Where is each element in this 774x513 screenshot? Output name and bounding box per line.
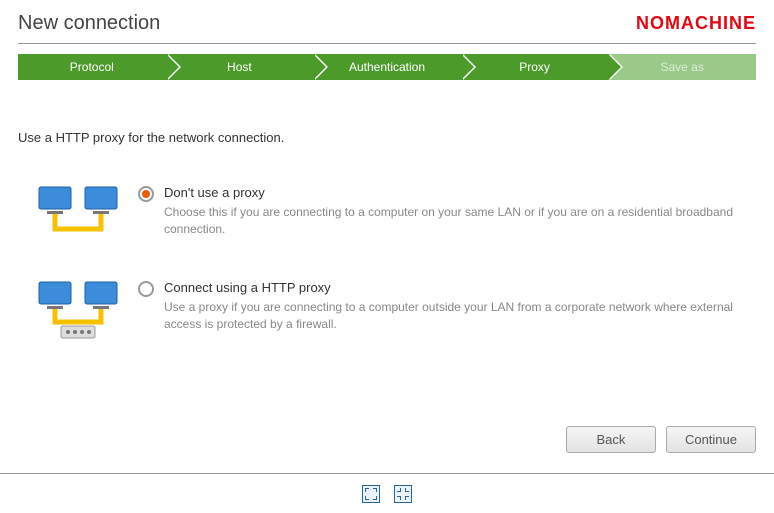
- step-authentication[interactable]: Authentication: [313, 54, 461, 80]
- option-no-proxy-desc: Choose this if you are connecting to a c…: [164, 204, 756, 238]
- radio-http-proxy[interactable]: [138, 281, 154, 297]
- wizard-steps: Protocol Host Authentication Proxy Save …: [18, 54, 756, 80]
- option-http-proxy-title: Connect using a HTTP proxy: [164, 280, 756, 295]
- fullscreen-icon[interactable]: [362, 485, 380, 503]
- option-no-proxy-title: Don't use a proxy: [164, 185, 756, 200]
- page-title: New connection: [18, 12, 160, 35]
- step-host[interactable]: Host: [166, 54, 314, 80]
- minimize-icon[interactable]: [394, 485, 412, 503]
- back-button[interactable]: Back: [566, 426, 656, 453]
- lan-icon: [18, 185, 138, 240]
- continue-button[interactable]: Continue: [666, 426, 756, 453]
- step-save-as: Save as: [608, 54, 756, 80]
- button-bar: Back Continue: [566, 426, 756, 453]
- radio-no-proxy[interactable]: [138, 186, 154, 202]
- proxy-icon: [18, 280, 138, 340]
- step-protocol[interactable]: Protocol: [18, 54, 166, 80]
- option-http-proxy-desc: Use a proxy if you are connecting to a c…: [164, 299, 756, 333]
- option-http-proxy[interactable]: Connect using a HTTP proxy Use a proxy i…: [18, 280, 756, 340]
- instruction-text: Use a HTTP proxy for the network connect…: [18, 130, 756, 145]
- step-proxy[interactable]: Proxy: [461, 54, 609, 80]
- brand-logo: NOMACHINE: [636, 13, 756, 34]
- footer: [0, 473, 774, 513]
- option-no-proxy[interactable]: Don't use a proxy Choose this if you are…: [18, 185, 756, 240]
- header: New connection NOMACHINE: [18, 12, 756, 44]
